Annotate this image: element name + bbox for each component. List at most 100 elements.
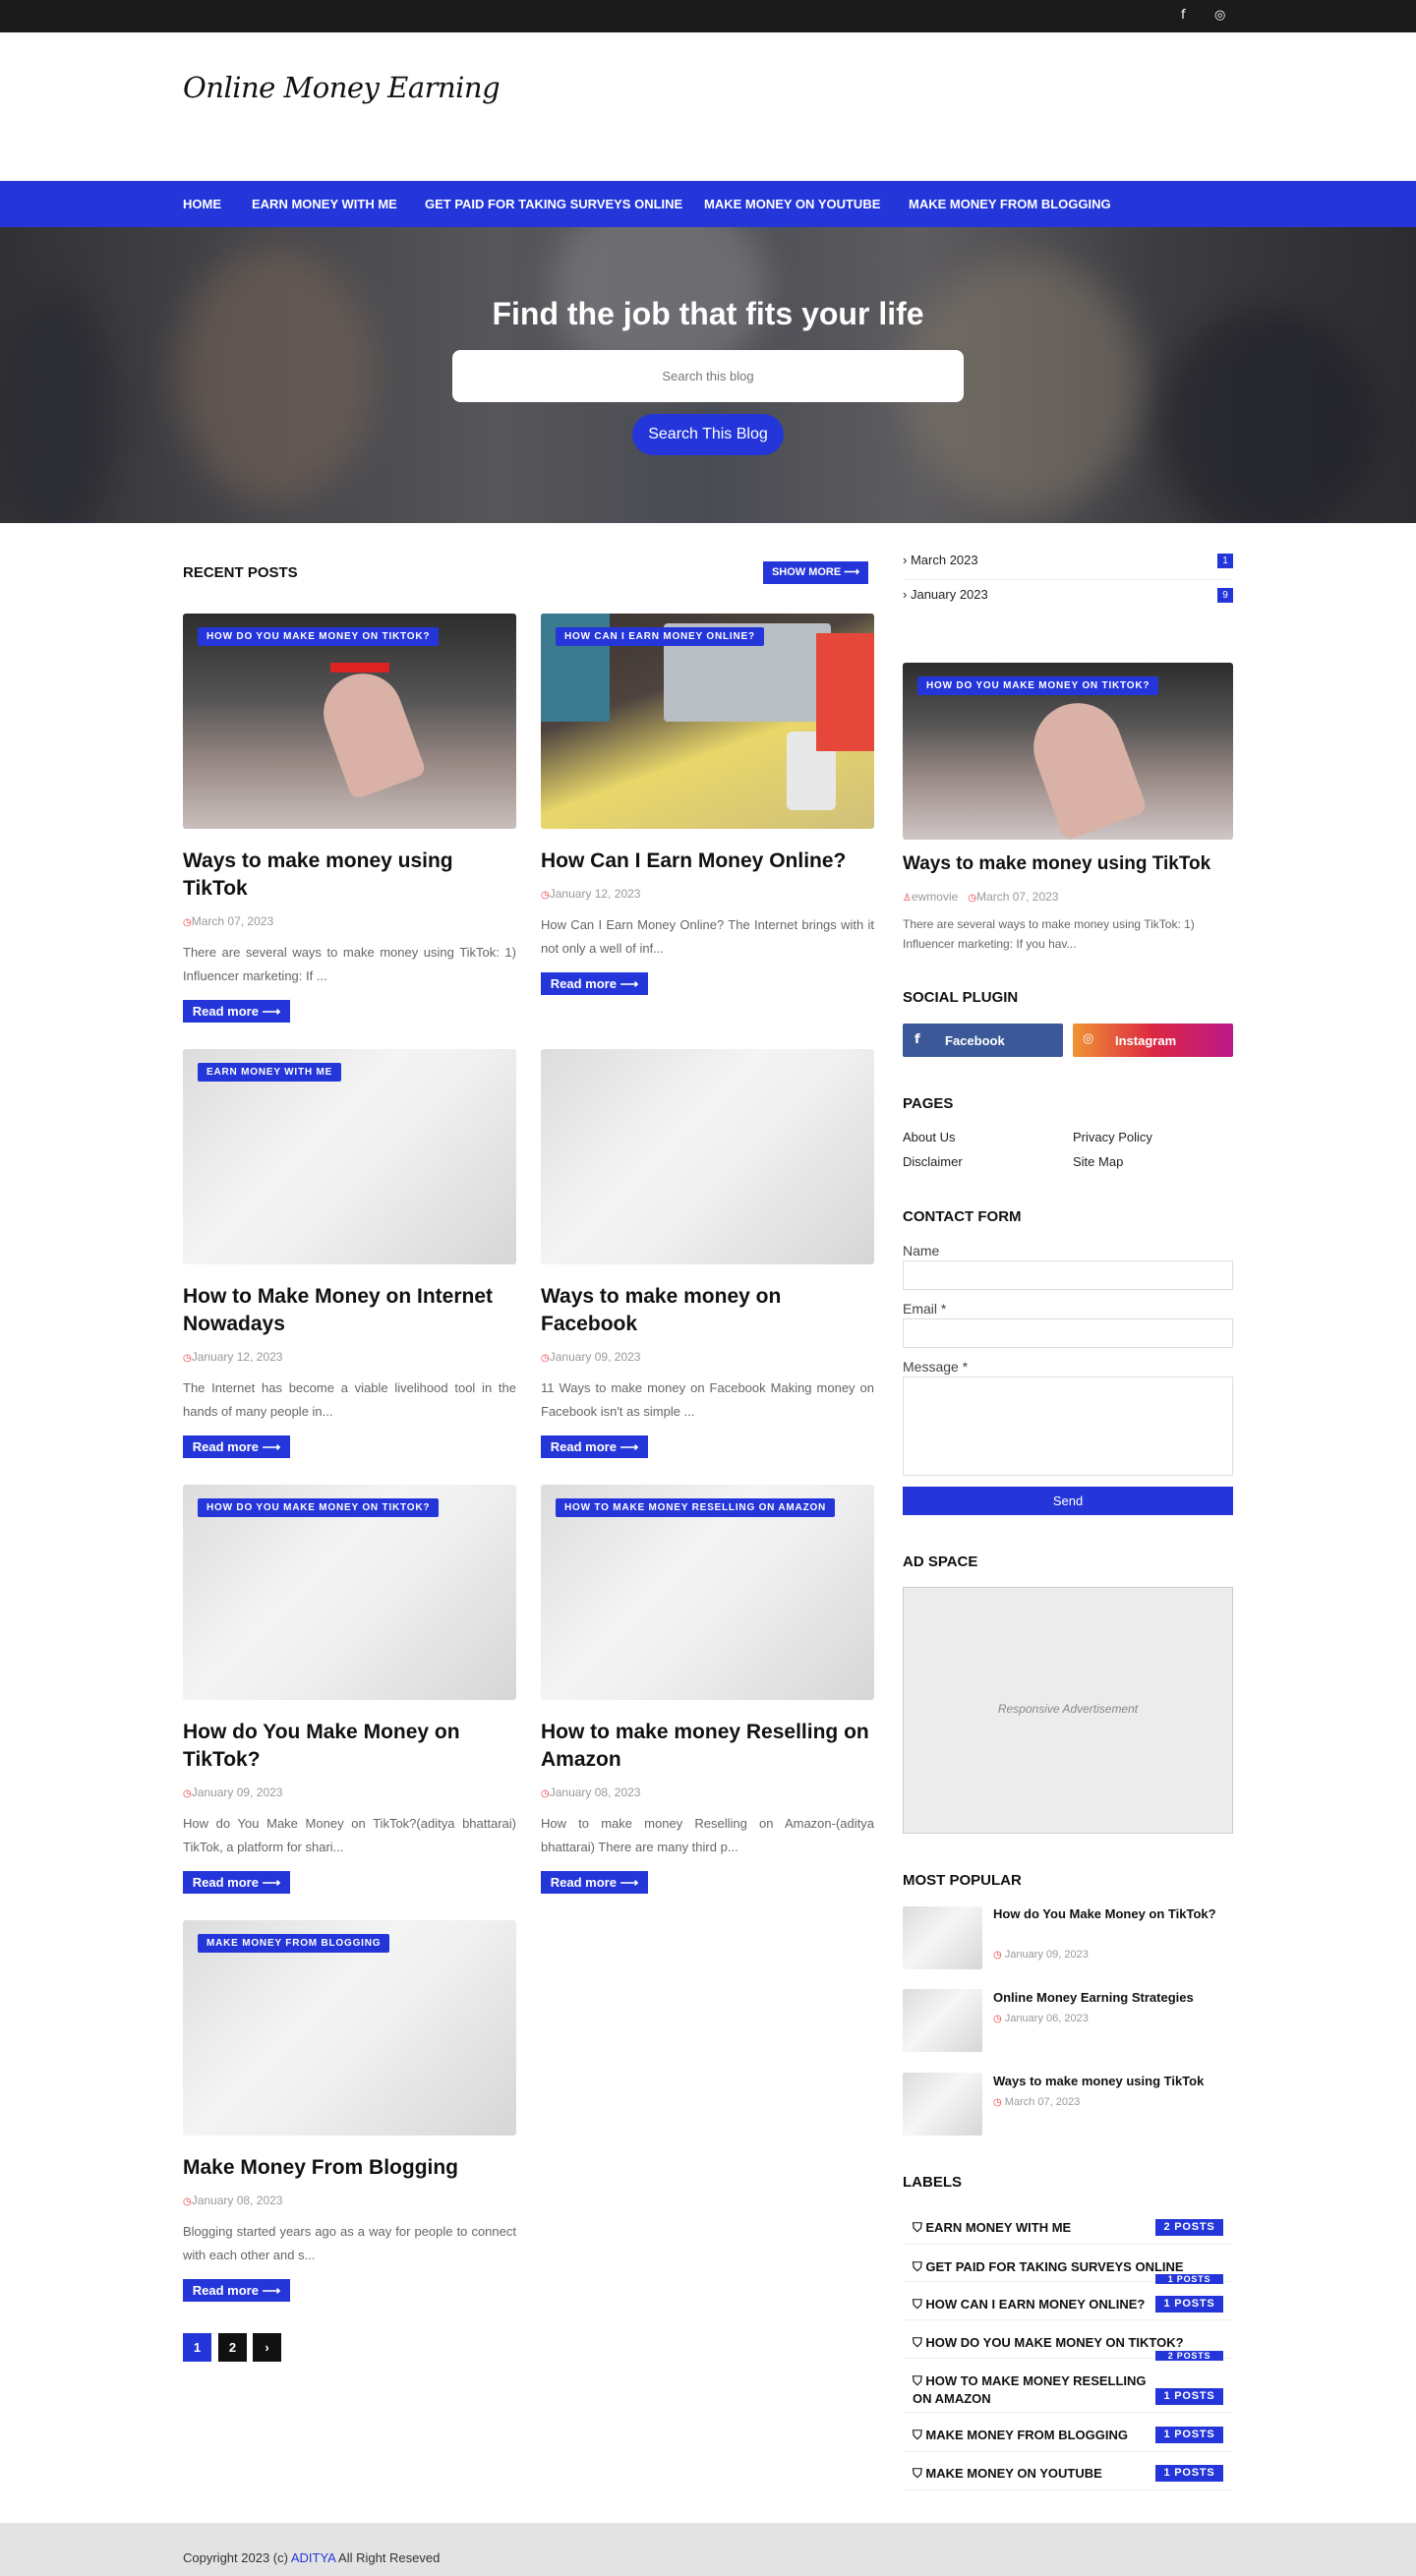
popular-date: ◷ January 09, 2023 [993, 1949, 1089, 1961]
post-snippet: The Internet has become a viable livelih… [183, 1380, 516, 1419]
popular-thumbnail[interactable] [903, 1989, 982, 2052]
post-label-badge[interactable]: HOW CAN I EARN MONEY ONLINE? [556, 627, 764, 646]
instagram-button[interactable]: ◎ Instagram [1073, 1024, 1233, 1057]
page-1-button[interactable]: 1 [183, 2333, 211, 2362]
page-link-sitemap[interactable]: Site Map [1073, 1154, 1123, 1169]
footer: Copyright 2023 (c) ADITYA All Right Rese… [0, 2523, 1416, 2576]
label-item[interactable]: ⛉ HOW TO MAKE MONEY RESELLING ON AMAZON … [903, 2364, 1233, 2413]
label-item[interactable]: ⛉ EARN MONEY WITH ME 2 POSTS [903, 2212, 1233, 2245]
post-title[interactable]: Make Money From Blogging [183, 2154, 516, 2182]
post-date: ◷March 07, 2023 [183, 914, 274, 928]
post-title[interactable]: How do You Make Money on TikTok? [183, 1719, 516, 1774]
page-2-button[interactable]: 2 [218, 2333, 247, 2362]
label-item[interactable]: ⛉ HOW CAN I EARN MONEY ONLINE? 1 POSTS [903, 2288, 1233, 2320]
label-item[interactable]: ⛉ HOW DO YOU MAKE MONEY ON TIKTOK? 2 POS… [903, 2326, 1233, 2361]
popular-title[interactable]: How do You Make Money on TikTok? [993, 1904, 1233, 1924]
read-more-button[interactable]: Read more ⟶ [541, 1871, 648, 1894]
message-field[interactable] [903, 1376, 1233, 1476]
nav-make-money-blogging[interactable]: MAKE MONEY FROM BLOGGING [909, 197, 1111, 211]
facebook-icon[interactable]: f [1181, 8, 1186, 23]
post-date: ◷January 09, 2023 [183, 1786, 283, 1799]
post-title[interactable]: Ways to make money on Facebook [541, 1283, 874, 1338]
message-label: Message * [903, 1359, 969, 1375]
label-item[interactable]: ⛉ GET PAID FOR TAKING SURVEYS ONLINE 1 P… [903, 2250, 1233, 2284]
tag-icon: ⛉ [913, 2220, 922, 2235]
instagram-icon[interactable]: ◎ [1214, 8, 1225, 23]
chevron-right-icon: › [903, 587, 908, 602]
tag-icon: ⛉ [913, 2335, 922, 2350]
facebook-icon: f [914, 1032, 920, 1047]
label-count: 1 POSTS [1155, 2427, 1223, 2443]
post-title[interactable]: How to make money Reselling on Amazon [541, 1719, 874, 1774]
post-title[interactable]: Ways to make money using TikTok [183, 848, 516, 903]
page-link-privacy[interactable]: Privacy Policy [1073, 1130, 1152, 1144]
clock-icon: ◷ [993, 1950, 1002, 1961]
featured-title[interactable]: Ways to make money using TikTok [903, 853, 1233, 875]
post-label-badge[interactable]: MAKE MONEY FROM BLOGGING [198, 1934, 390, 1953]
nav-earn-money-with-me[interactable]: EARN MONEY WITH ME [252, 197, 397, 211]
archive-count: 1 [1217, 554, 1233, 568]
read-more-button[interactable]: Read more ⟶ [183, 1871, 290, 1894]
show-more-button[interactable]: SHOW MORE ⟶ [763, 561, 868, 584]
clock-icon: ◷ [541, 890, 550, 901]
post-date: ◷January 12, 2023 [541, 887, 641, 901]
clock-icon: ◷ [968, 893, 977, 904]
popular-title[interactable]: Online Money Earning Strategies [993, 1988, 1233, 2008]
page-link-disclaimer[interactable]: Disclaimer [903, 1154, 963, 1169]
recent-posts-title: RECENT POSTS [183, 564, 298, 581]
featured-author[interactable]: ewmovie [912, 890, 958, 904]
clock-icon: ◷ [183, 1353, 192, 1364]
read-more-button[interactable]: Read more ⟶ [183, 1435, 290, 1458]
site-logo[interactable]: Online Money Earning [183, 71, 501, 104]
read-more-button[interactable]: Read more ⟶ [541, 972, 648, 995]
send-button[interactable]: Send [903, 1487, 1233, 1515]
label-count: 2 POSTS [1155, 2351, 1223, 2361]
popular-thumbnail[interactable] [903, 2073, 982, 2136]
read-more-button[interactable]: Read more ⟶ [541, 1435, 648, 1458]
next-page-button[interactable]: › [253, 2333, 281, 2362]
read-more-button[interactable]: Read more ⟶ [183, 1000, 290, 1023]
instagram-icon: ◎ [1083, 1031, 1094, 1046]
contact-form-title: CONTACT FORM [903, 1208, 1022, 1225]
footer-author-link[interactable]: ADITYA [291, 2550, 335, 2565]
email-label: Email * [903, 1301, 947, 1317]
post-label-badge[interactable]: HOW TO MAKE MONEY RESELLING ON AMAZON [556, 1498, 836, 1517]
instagram-label: Instagram [1115, 1033, 1177, 1048]
hero-title: Find the job that fits your life [492, 296, 924, 331]
clock-icon: ◷ [183, 917, 192, 928]
featured-date: March 07, 2023 [976, 890, 1059, 904]
post-label-badge[interactable]: HOW DO YOU MAKE MONEY ON TIKTOK? [198, 1498, 440, 1517]
user-icon: ♙ [903, 893, 912, 904]
chevron-right-icon: › [903, 553, 908, 567]
nav-get-paid-surveys[interactable]: GET PAID FOR TAKING SURVEYS ONLINE [425, 197, 682, 211]
name-field[interactable] [903, 1260, 1233, 1290]
popular-title[interactable]: Ways to make money using TikTok [993, 2072, 1233, 2091]
hero-search-input[interactable] [452, 350, 964, 402]
top-bar: f ◎ [0, 0, 1416, 32]
post-title[interactable]: How to Make Money on Internet Nowadays [183, 1283, 516, 1338]
clock-icon: ◷ [993, 2014, 1002, 2024]
archive-name: March 2023 [910, 553, 978, 567]
post-date: ◷January 09, 2023 [541, 1350, 641, 1364]
facebook-button[interactable]: f Facebook [903, 1024, 1063, 1057]
tag-icon: ⛉ [913, 2428, 922, 2442]
archive-item[interactable]: › January 2023 9 [903, 587, 1233, 609]
read-more-button[interactable]: Read more ⟶ [183, 2279, 290, 2302]
search-button[interactable]: Search This Blog [632, 414, 784, 455]
nav-home[interactable]: HOME [183, 197, 221, 211]
popular-thumbnail[interactable] [903, 1906, 982, 1969]
label-count: 1 POSTS [1155, 2296, 1223, 2313]
post-label-badge[interactable]: HOW DO YOU MAKE MONEY ON TIKTOK? [198, 627, 440, 646]
featured-label-badge[interactable]: HOW DO YOU MAKE MONEY ON TIKTOK? [917, 676, 1159, 695]
page-link-about[interactable]: About Us [903, 1130, 955, 1144]
post-snippet: How Can I Earn Money Online? The Interne… [541, 917, 874, 956]
archive-item[interactable]: › March 2023 1 [903, 553, 1233, 580]
label-count: 1 POSTS [1155, 2274, 1223, 2284]
email-field[interactable] [903, 1318, 1233, 1348]
label-item[interactable]: ⛉ MAKE MONEY ON YOUTUBE 1 POSTS [903, 2457, 1233, 2490]
post-title[interactable]: How Can I Earn Money Online? [541, 848, 874, 875]
post-thumbnail[interactable] [541, 1049, 874, 1264]
post-label-badge[interactable]: EARN MONEY WITH ME [198, 1063, 342, 1082]
nav-make-money-youtube[interactable]: MAKE MONEY ON YOUTUBE [704, 197, 880, 211]
label-item[interactable]: ⛉ MAKE MONEY FROM BLOGGING 1 POSTS [903, 2419, 1233, 2452]
